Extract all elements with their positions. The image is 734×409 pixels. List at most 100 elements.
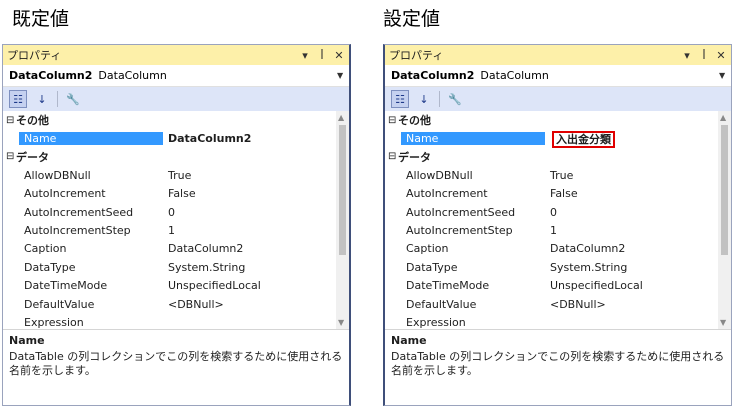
property-row-autoincrement[interactable]: AutoIncrement False <box>385 185 731 203</box>
collapse-icon[interactable]: ⊟ <box>385 115 398 126</box>
property-row-name[interactable]: Name 入出金分類 <box>385 129 731 148</box>
property-row-autoincrement[interactable]: AutoIncrement False <box>3 185 349 203</box>
collapse-icon[interactable]: ⊟ <box>385 151 398 162</box>
collapse-icon[interactable]: ⊟ <box>3 115 16 126</box>
property-name: DefaultValue <box>24 297 95 311</box>
property-row-caption[interactable]: Caption DataColumn2 <box>385 240 731 258</box>
property-value[interactable]: 1 <box>545 224 731 237</box>
category-data[interactable]: ⊟ データ <box>385 148 731 166</box>
property-row-autoincrementstep[interactable]: AutoIncrementStep 1 <box>385 221 731 239</box>
scroll-thumb[interactable] <box>721 125 728 255</box>
category-other[interactable]: ⊟ その他 <box>3 111 349 129</box>
property-pages-icon[interactable]: 🔧 <box>64 90 82 108</box>
scroll-thumb[interactable] <box>339 125 346 255</box>
property-grid: ⊟ その他 Name 入出金分類 ⊟ データ AllowDBNull True Auto… <box>385 111 731 329</box>
close-icon[interactable]: ✕ <box>332 49 346 62</box>
property-value[interactable]: UnspecifiedLocal <box>545 279 731 292</box>
property-name: Caption <box>406 242 449 256</box>
property-value[interactable]: 0 <box>163 206 349 219</box>
category-other[interactable]: ⊟ その他 <box>385 111 731 129</box>
pin-icon[interactable]: ꟾ <box>315 49 329 62</box>
close-icon[interactable]: ✕ <box>714 49 728 62</box>
property-row-datetimemode[interactable]: DateTimeMode UnspecifiedLocal <box>3 277 349 295</box>
property-value[interactable]: 0 <box>545 206 731 219</box>
property-name: Expression <box>406 315 466 329</box>
vertical-scrollbar[interactable]: ▲ ▼ <box>336 111 349 329</box>
property-value[interactable]: DataColumn2 <box>163 132 349 145</box>
property-value[interactable]: True <box>545 169 731 182</box>
property-value[interactable]: DataColumn2 <box>545 242 731 255</box>
property-row-autoincrementstep[interactable]: AutoIncrementStep 1 <box>3 221 349 239</box>
property-row-defaultvalue[interactable]: DefaultValue <DBNull> <box>385 295 731 313</box>
vertical-scrollbar[interactable]: ▲ ▼ <box>718 111 731 329</box>
property-value-highlighted[interactable]: 入出金分類 <box>552 130 615 148</box>
object-type: DataColumn <box>98 69 167 82</box>
property-value[interactable]: UnspecifiedLocal <box>163 279 349 292</box>
property-row-autoincrementseed[interactable]: AutoIncrementSeed 0 <box>385 203 731 221</box>
category-data[interactable]: ⊟ データ <box>3 148 349 166</box>
property-name: AutoIncrementStep <box>406 224 513 238</box>
property-pages-icon[interactable]: 🔧 <box>446 90 464 108</box>
description-title: Name <box>391 334 427 347</box>
property-value[interactable]: 1 <box>163 224 349 237</box>
property-row-datetimemode[interactable]: DateTimeMode UnspecifiedLocal <box>385 277 731 295</box>
heading-setting: 設定値 <box>383 8 441 30</box>
description-pane: Name DataTable の列コレクションでこの列を検索するために使用される… <box>385 329 731 385</box>
panel-title: プロパティ <box>389 49 444 62</box>
categorized-icon[interactable]: ☷ <box>9 90 27 108</box>
dropdown-icon[interactable]: ▾ <box>680 49 694 62</box>
panel-title: プロパティ <box>7 49 62 62</box>
object-type: DataColumn <box>480 69 549 82</box>
description-text: DataTable の列コレクションでこの列を検索するために使用される名前を示し… <box>391 350 725 378</box>
heading-default: 既定値 <box>12 8 70 30</box>
toolbar-separator <box>439 91 440 107</box>
object-selector[interactable]: DataColumn2 DataColumn ▼ <box>385 65 731 87</box>
property-value[interactable]: System.String <box>545 261 731 274</box>
property-row-datatype[interactable]: DataType System.String <box>385 258 731 276</box>
property-row-allowdbnull[interactable]: AllowDBNull True <box>385 166 731 184</box>
property-row-defaultvalue[interactable]: DefaultValue <DBNull> <box>3 295 349 313</box>
property-name: DataType <box>406 260 458 274</box>
dropdown-icon[interactable]: ▾ <box>298 49 312 62</box>
property-value[interactable]: <DBNull> <box>163 298 349 311</box>
panel-titlebar: プロパティ ▾ ꟾ ✕ <box>3 45 349 65</box>
scroll-down-icon[interactable]: ▼ <box>720 318 726 327</box>
alphabetical-icon[interactable]: ↓ <box>415 90 433 108</box>
property-row-name[interactable]: Name DataColumn2 <box>3 129 349 147</box>
chevron-down-icon[interactable]: ▼ <box>719 71 731 80</box>
property-name: DataType <box>24 260 76 274</box>
property-value[interactable]: DataColumn2 <box>163 242 349 255</box>
property-name: DefaultValue <box>406 297 477 311</box>
property-row-datatype[interactable]: DataType System.String <box>3 258 349 276</box>
alphabetical-icon[interactable]: ↓ <box>33 90 51 108</box>
property-value[interactable]: <DBNull> <box>545 298 731 311</box>
property-name: AutoIncrementSeed <box>24 205 134 219</box>
panel-toolbar: ☷ ↓ 🔧 <box>3 87 349 111</box>
object-selector[interactable]: DataColumn2 DataColumn ▼ <box>3 65 349 87</box>
categorized-icon[interactable]: ☷ <box>391 90 409 108</box>
property-value[interactable]: False <box>163 187 349 200</box>
property-row-caption[interactable]: Caption DataColumn2 <box>3 240 349 258</box>
property-value[interactable]: False <box>545 187 731 200</box>
property-value[interactable]: True <box>163 169 349 182</box>
property-value[interactable]: System.String <box>163 261 349 274</box>
property-name: Name <box>401 132 545 146</box>
scroll-up-icon[interactable]: ▲ <box>338 113 344 122</box>
pin-icon[interactable]: ꟾ <box>697 49 711 62</box>
collapse-icon[interactable]: ⊟ <box>3 151 16 162</box>
property-row-expression[interactable]: Expression <box>385 313 731 329</box>
property-name: AutoIncrement <box>24 187 106 201</box>
properties-panel-default: プロパティ ▾ ꟾ ✕ DataColumn2 DataColumn ▼ ☷ ↓… <box>2 44 351 406</box>
toolbar-separator <box>57 91 58 107</box>
category-label: データ <box>398 150 431 164</box>
property-name: AutoIncrement <box>406 187 488 201</box>
property-row-autoincrementseed[interactable]: AutoIncrementSeed 0 <box>3 203 349 221</box>
object-name: DataColumn2 <box>9 69 93 82</box>
scroll-up-icon[interactable]: ▲ <box>720 113 726 122</box>
property-name: AllowDBNull <box>406 168 473 182</box>
chevron-down-icon[interactable]: ▼ <box>337 71 349 80</box>
scroll-down-icon[interactable]: ▼ <box>338 318 344 327</box>
property-row-expression[interactable]: Expression <box>3 313 349 329</box>
property-row-allowdbnull[interactable]: AllowDBNull True <box>3 166 349 184</box>
category-label: データ <box>16 150 49 164</box>
